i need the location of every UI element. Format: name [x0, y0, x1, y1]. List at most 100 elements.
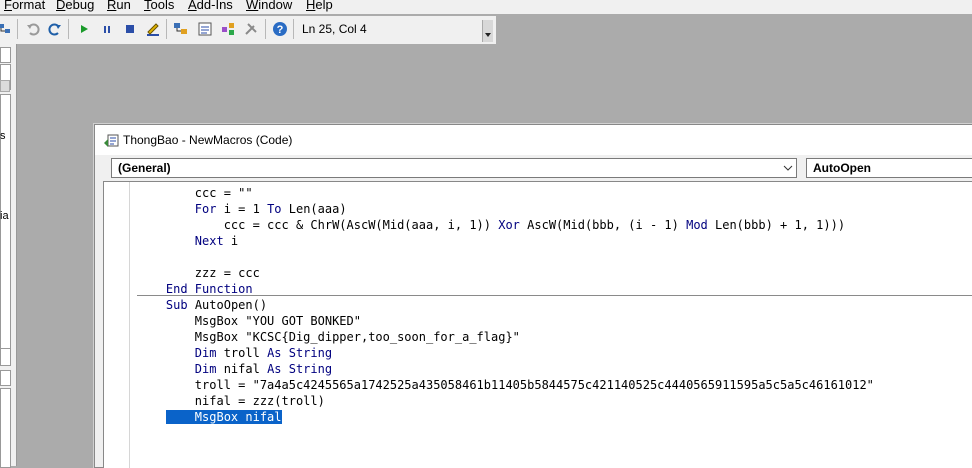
code-line[interactable]: zzz = ccc	[137, 265, 874, 281]
toolbar-separator	[17, 19, 18, 39]
code-token: Len(aaa)	[281, 202, 347, 216]
code-keyword: For	[194, 202, 217, 216]
menu-debug[interactable]: Debug	[56, 0, 94, 13]
code-line[interactable]: nifal = zzz(troll)	[137, 393, 874, 409]
code-line[interactable]: Dim troll As String	[137, 345, 874, 361]
code-token: troll	[216, 346, 268, 360]
code-token: nifal	[216, 362, 268, 376]
code-keyword: As String	[267, 362, 333, 376]
procedure-combo-value: AutoOpen	[813, 161, 871, 175]
menu-add-ins[interactable]: Add-Ins	[188, 0, 233, 13]
redo-icon[interactable]	[46, 20, 64, 38]
run-icon[interactable]	[75, 20, 93, 38]
cursor-position-status: Ln 25, Col 4	[302, 22, 367, 36]
code-token: ccc = ""	[137, 186, 253, 200]
menu-bar: Format Debug Run Tools Add-Ins Window He…	[0, 0, 972, 14]
procedure-combo[interactable]: AutoOpen	[806, 158, 972, 178]
object-combo[interactable]: (General)	[111, 158, 797, 178]
menu-tools[interactable]: Tools	[144, 0, 174, 13]
code-token: i	[223, 234, 239, 248]
code-line[interactable]	[137, 457, 874, 468]
selected-code: MsgBox nifal	[165, 410, 282, 424]
toolbox-icon[interactable]	[242, 20, 260, 38]
toolbar-separator	[166, 19, 167, 39]
code-token: MsgBox "KCSC{Dig_dipper,too_soon_for_a_f…	[137, 330, 520, 344]
code-line[interactable]: MsgBox nifal	[137, 409, 874, 425]
code-keyword: To	[267, 202, 282, 216]
code-token: i = 1	[216, 202, 268, 216]
code-module-icon	[103, 134, 119, 151]
project-explorer-icon[interactable]	[172, 20, 190, 38]
editor-margin	[104, 182, 130, 468]
code-line[interactable]: troll = "7a4a5c4245565a1742525a435058461…	[137, 377, 874, 393]
code-token: nifal = zzz(troll)	[137, 394, 325, 408]
code-line[interactable]	[137, 441, 874, 457]
reset-icon[interactable]	[121, 20, 139, 38]
code-token: MsgBox "YOU GOT BONKED"	[137, 314, 361, 328]
toolbar-separator	[68, 19, 69, 39]
code-text[interactable]: ccc = "" For i = 1 To Len(aaa) ccc = ccc…	[137, 185, 874, 468]
properties-icon[interactable]	[196, 20, 214, 38]
chevron-down-icon[interactable]	[780, 159, 796, 177]
code-token: AscW(Mid(bbb, (i - 1)	[519, 218, 687, 232]
code-window-title: ThongBao - NewMacros (Code)	[123, 133, 293, 147]
code-token: Len(bbb) + 1, 1)))	[707, 218, 846, 232]
code-keyword: Dim	[194, 346, 217, 360]
code-token: troll = "7a4a5c4245565a1742525a435058461…	[137, 378, 874, 392]
code-line[interactable]	[137, 425, 874, 441]
menu-window[interactable]: Window	[246, 0, 292, 13]
code-keyword: Next	[194, 234, 224, 248]
code-line[interactable]: Dim nifal As String	[137, 361, 874, 377]
code-keyword: Sub	[165, 298, 188, 312]
menu-help[interactable]: Help	[306, 0, 333, 13]
scroll-down-icon[interactable]	[0, 80, 10, 92]
tree-text-fragment: ia	[0, 210, 9, 222]
help-icon[interactable]: ?	[271, 20, 289, 38]
toolbar-separator	[293, 19, 294, 39]
project-explorer-icon[interactable]	[0, 20, 14, 38]
code-keyword: Mod	[686, 218, 708, 232]
toolbar-options-chevron-icon[interactable]	[482, 20, 493, 42]
code-line[interactable]: ccc = ccc & ChrW(AscW(Mid(aaa, i, 1)) Xo…	[137, 217, 874, 233]
code-line[interactable]: Next i	[137, 233, 874, 249]
code-keyword: End Function	[165, 282, 253, 296]
code-line[interactable]: ccc = ""	[137, 185, 874, 201]
code-window-titlebar[interactable]: ThongBao - NewMacros (Code)	[95, 125, 972, 155]
code-keyword: As String	[267, 346, 333, 360]
code-keyword: Xor	[498, 218, 520, 232]
panel-button[interactable]	[0, 47, 11, 63]
menu-run[interactable]: Run	[107, 0, 131, 13]
code-line[interactable]: Sub AutoOpen()	[137, 297, 874, 313]
project-explorer-panel: s ia	[0, 44, 17, 468]
design-mode-icon[interactable]	[144, 20, 162, 38]
svg-text:?: ?	[277, 24, 284, 36]
properties-grid[interactable]	[0, 388, 11, 468]
code-line[interactable]: For i = 1 To Len(aaa)	[137, 201, 874, 217]
object-browser-icon[interactable]	[219, 20, 237, 38]
code-line[interactable]: MsgBox "KCSC{Dig_dipper,too_soon_for_a_f…	[137, 329, 874, 345]
code-line[interactable]: MsgBox "YOU GOT BONKED"	[137, 313, 874, 329]
code-token: AutoOpen()	[187, 298, 268, 312]
break-icon[interactable]	[98, 20, 116, 38]
properties-tab[interactable]	[0, 370, 11, 386]
toolbar-separator	[265, 19, 266, 39]
object-combo-value: (General)	[118, 161, 171, 175]
code-keyword: Dim	[194, 362, 217, 376]
code-editor[interactable]: ccc = "" For i = 1 To Len(aaa) ccc = ccc…	[103, 181, 972, 468]
code-line[interactable]: End Function	[137, 281, 874, 297]
code-window: ThongBao - NewMacros (Code) (General) Au…	[94, 124, 972, 468]
undo-icon[interactable]	[24, 20, 42, 38]
code-token: ccc = ccc & ChrW(AscW(Mid(aaa, i, 1))	[137, 218, 499, 232]
menu-format[interactable]: Format	[4, 0, 45, 13]
tree-text-fragment: s	[0, 130, 6, 142]
code-token: zzz = ccc	[137, 266, 260, 280]
code-line[interactable]	[137, 249, 874, 265]
properties-combo[interactable]	[0, 348, 11, 366]
